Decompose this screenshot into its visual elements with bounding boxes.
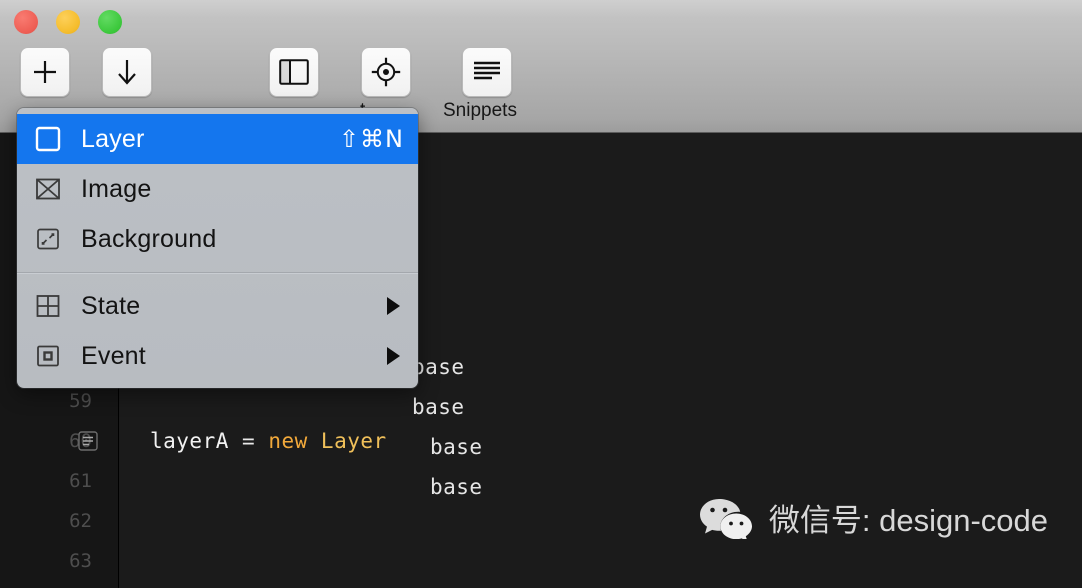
traffic-lights: [14, 10, 122, 34]
box-in-box-icon: [35, 343, 69, 369]
target-button[interactable]: [361, 47, 411, 97]
watermark-text: 微信号: design-code: [768, 503, 1048, 538]
editor-row: 63: [0, 541, 1082, 581]
wechat-icon: [699, 497, 753, 541]
code-operator: =: [242, 429, 256, 453]
code-fragment: base: [412, 355, 465, 379]
code-type: Layer: [320, 429, 387, 453]
arrow-down-icon: [113, 57, 141, 87]
add-dropdown-menu[interactable]: Layer ⇧⌘N Image Background State Event: [17, 108, 418, 388]
editor-row: 60 layerA = new Layer: [0, 421, 1082, 461]
close-window-button[interactable]: [14, 10, 38, 34]
line-number: 61: [69, 470, 92, 492]
snippets-list-button[interactable]: [462, 47, 512, 97]
line-number: 62: [69, 510, 92, 532]
tab-snippets[interactable]: Snippets: [443, 100, 517, 122]
submenu-arrow-icon: [387, 347, 400, 365]
submenu-arrow-icon: [387, 297, 400, 315]
menu-item-label: Background: [81, 224, 217, 253]
menu-item-state[interactable]: State: [17, 281, 418, 331]
menu-item-layer[interactable]: Layer ⇧⌘N: [17, 114, 418, 164]
minimize-window-button[interactable]: [56, 10, 80, 34]
menu-item-label: State: [81, 291, 141, 320]
plus-icon: [31, 58, 59, 86]
menu-item-shortcut: ⇧⌘N: [338, 125, 404, 153]
image-x-box-icon: [35, 176, 69, 202]
background-resize-icon: [35, 226, 69, 252]
code-line-60: layerA = new Layer: [150, 429, 387, 453]
download-button[interactable]: [102, 47, 152, 97]
code-keyword: new: [268, 429, 308, 453]
target-icon: [371, 57, 401, 87]
grid-four-icon: [35, 293, 69, 319]
menu-separator: [17, 272, 418, 274]
line-number: 59: [69, 390, 92, 412]
menu-item-image[interactable]: Image: [17, 164, 418, 214]
code-variable: layerA: [150, 429, 229, 453]
menu-item-background[interactable]: Background: [17, 214, 418, 264]
zoom-window-button[interactable]: [98, 10, 122, 34]
sidebar-toggle-button[interactable]: [269, 47, 319, 97]
menu-item-label: Image: [81, 174, 152, 203]
toolbar-buttons: [0, 47, 1082, 97]
add-button[interactable]: [20, 47, 70, 97]
app-window: t Snippets base base base base 59 60: [0, 0, 1082, 588]
list-lines-icon: [473, 61, 501, 83]
code-block-fold-icon[interactable]: [78, 431, 98, 451]
menu-item-label: Event: [81, 341, 146, 370]
menu-item-label: Layer: [81, 124, 145, 153]
menu-item-event[interactable]: Event: [17, 331, 418, 381]
wechat-watermark: 微信号: design-code: [699, 495, 1048, 541]
line-number: 63: [69, 550, 92, 572]
sidebar-toggle-icon: [279, 59, 309, 85]
square-icon: [35, 126, 69, 152]
